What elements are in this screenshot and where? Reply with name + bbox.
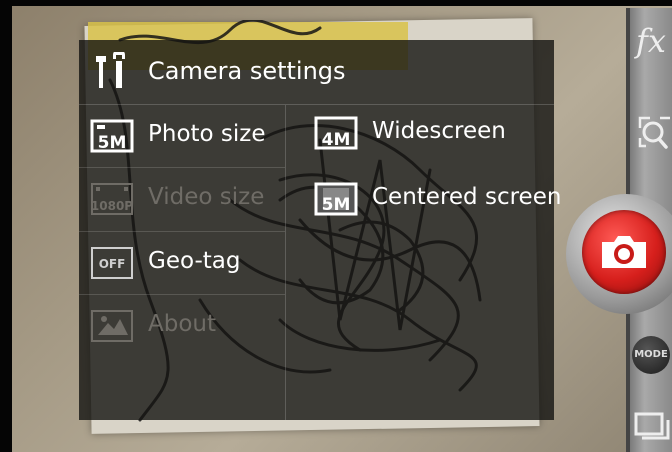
widescreen-4m-icon: 4M [314,116,358,150]
gallery-icon[interactable] [632,410,672,444]
option-label: Widescreen [372,118,506,144]
menu-item-about: About [79,295,285,357]
menu-item-label: Geo-tag [148,248,241,274]
geo-tag-off-icon: OFF [91,247,133,279]
settings-list: 5M Photo size 1080P Video size OFF Geo-t… [79,105,286,420]
video-size-icon-text: 1080P [91,199,133,213]
effects-button[interactable]: fx [636,22,666,60]
photo-size-5m-icon: 5M [90,119,134,153]
screen-bezel-top [0,0,672,6]
centered-screen-icon-text: 5M [322,195,351,215]
camera-screen: Camera settings 5M Photo size 1080P Vide… [0,0,672,452]
settings-header: Camera settings [79,40,554,105]
screen-bezel-left [0,0,12,452]
menu-item-label: Photo size [148,121,266,147]
zoom-icon[interactable] [634,112,672,152]
option-label: Centered screen [372,184,562,210]
video-size-1080p-icon: 1080P [91,183,133,215]
centered-screen-5m-icon: 5M [314,182,358,216]
camera-icon [602,236,646,268]
about-icon [91,310,133,342]
menu-item-label: Video size [148,184,265,210]
menu-item-geo-tag[interactable]: OFF Geo-tag [79,232,285,294]
settings-title: Camera settings [148,57,346,85]
menu-item-label: About [148,311,217,337]
photo-size-icon-text: 5M [98,133,127,153]
menu-item-video-size: 1080P Video size [79,168,285,230]
menu-item-photo-size[interactable]: 5M Photo size [79,105,285,167]
option-centered-screen[interactable]: 5M Centered screen [301,170,561,230]
geo-tag-icon-text: OFF [99,257,126,271]
widescreen-icon-text: 4M [322,130,351,150]
option-widescreen[interactable]: 4M Widescreen [301,104,551,164]
wrench-screwdriver-icon [96,52,125,88]
camera-settings-menu: Camera settings 5M Photo size 1080P Vide… [79,40,561,420]
mode-button[interactable]: MODE [632,336,670,374]
